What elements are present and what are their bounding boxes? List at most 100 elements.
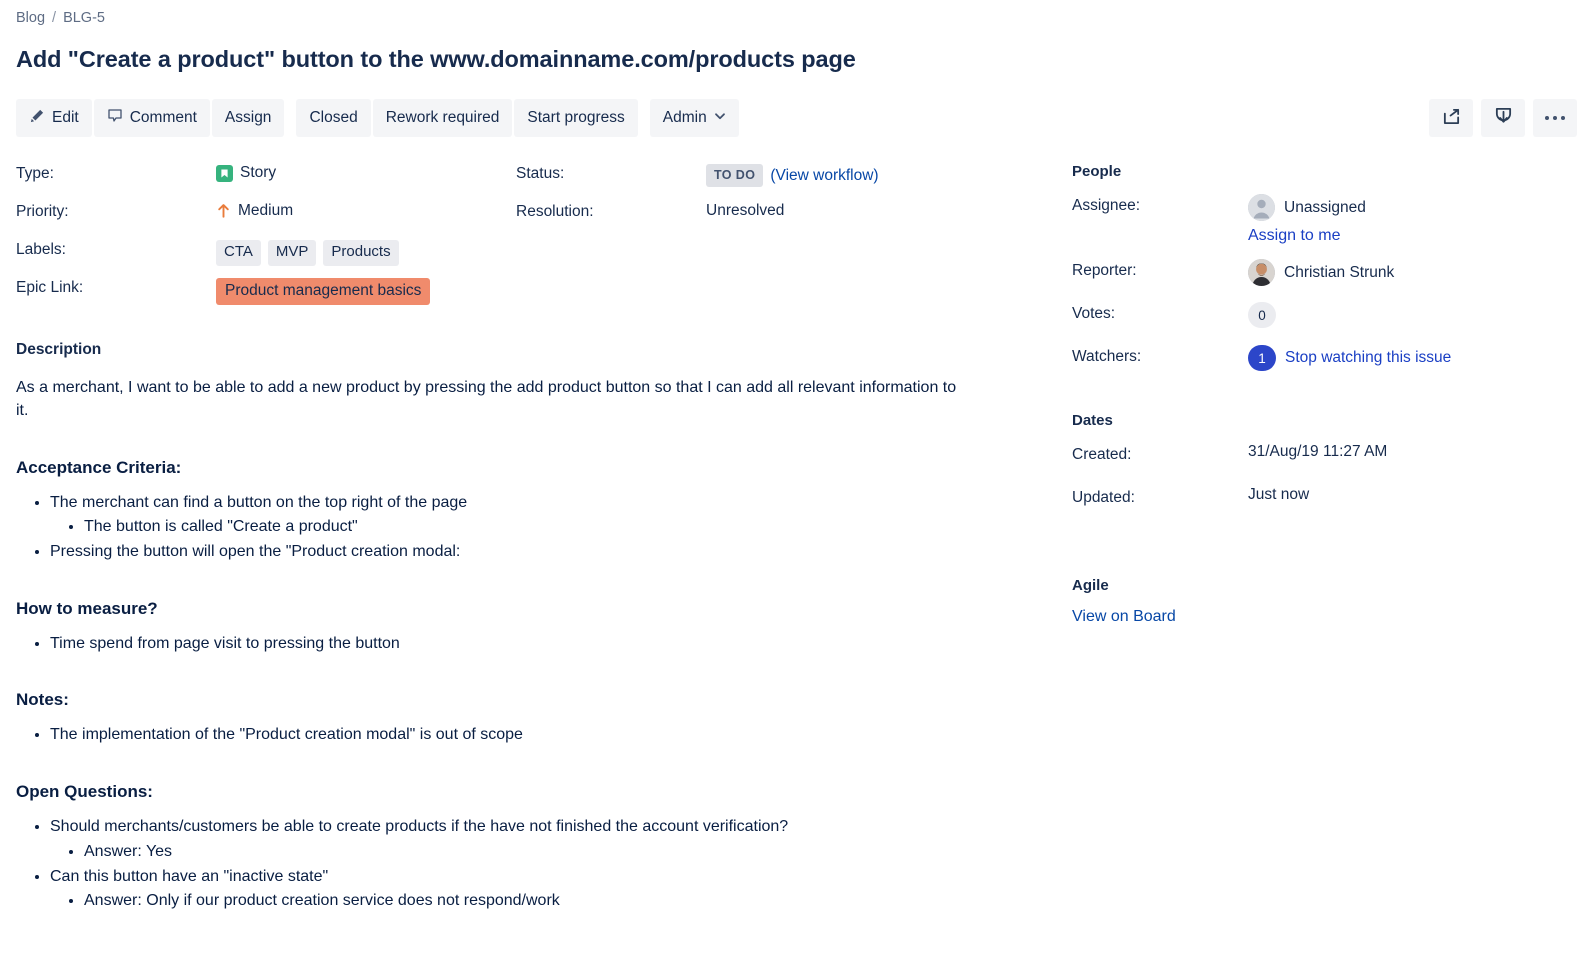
- field-status-label: Status:: [516, 165, 565, 183]
- export-icon: [1494, 107, 1513, 129]
- field-priority-value: Medium: [216, 201, 293, 220]
- list-item-text: Should merchants/customers be able to cr…: [50, 818, 789, 836]
- field-labels-label: Labels:: [16, 241, 66, 259]
- votes-badge[interactable]: 0: [1248, 302, 1276, 329]
- export-button[interactable]: [1481, 99, 1525, 138]
- votes-label: Votes:: [1072, 305, 1116, 323]
- share-button[interactable]: [1429, 99, 1473, 138]
- start-progress-button[interactable]: Start progress: [514, 99, 638, 138]
- field-epic-link-label: Epic Link:: [16, 279, 84, 297]
- pencil-icon: [29, 108, 45, 129]
- closed-button[interactable]: Closed: [296, 99, 371, 138]
- description-sublist: The button is called "Create a product": [50, 516, 1056, 539]
- issue-details-right: Status: TO DO (View workflow) Resolution…: [516, 163, 1036, 315]
- assignee-name: Unassigned: [1284, 198, 1366, 216]
- field-type: Type: Story: [16, 163, 516, 201]
- breadcrumb: Blog / BLG-5: [16, 0, 1577, 26]
- field-labels: Labels: CTA MVP Products: [16, 239, 516, 277]
- description-subsections: Acceptance Criteria: The merchant can fin…: [16, 458, 1056, 913]
- primary-action-group: Edit Comment Assign: [16, 99, 285, 138]
- label-chip[interactable]: CTA: [216, 240, 261, 266]
- description-list: The merchant can find a button on the to…: [16, 492, 1056, 564]
- workflow-action-group: Closed Rework required Start progress: [296, 99, 638, 138]
- created-label: Created:: [1072, 446, 1132, 464]
- description-sublist: Answer: Only if our product creation ser…: [50, 890, 1056, 913]
- assignee-label: Assignee:: [1072, 197, 1141, 215]
- issue-page: Blog / BLG-5 Add "Create a product" butt…: [0, 0, 1593, 915]
- issue-sidebar: People Assignee: Unassigned Assign to me: [1056, 163, 1576, 915]
- breadcrumb-project-link[interactable]: Blog: [16, 10, 45, 26]
- list-item: Can this button have an "inactive state"…: [50, 866, 1056, 913]
- description-heading: Description: [16, 341, 102, 359]
- page-title: Add "Create a product" button to the www…: [16, 46, 856, 72]
- description-subheading: Open Questions:: [16, 782, 153, 802]
- sidebar-reporter: Reporter: Christian Strunk: [1072, 259, 1576, 302]
- rework-required-button[interactable]: Rework required: [372, 99, 513, 138]
- list-item-text: Can this button have an "inactive state": [50, 867, 329, 885]
- field-status-value: TO DO (View workflow): [706, 163, 879, 188]
- admin-dropdown-label: Admin: [662, 109, 707, 127]
- field-resolution-value: Unresolved: [706, 202, 785, 220]
- assign-to-me-row: Assign to me: [1072, 227, 1576, 245]
- list-item: Answer: Only if our product creation ser…: [84, 890, 1056, 913]
- agile-heading: Agile: [1072, 577, 1109, 595]
- status-badge[interactable]: TO DO: [706, 164, 764, 188]
- reporter-value: Christian Strunk: [1248, 259, 1395, 287]
- story-type-icon: [216, 164, 233, 182]
- field-status: Status: TO DO (View workflow): [516, 163, 1036, 201]
- list-item-text: Pressing the button will open the "Produ…: [50, 543, 461, 560]
- watchers-value: 1 Stop watching this issue: [1248, 345, 1451, 372]
- field-priority: Priority: Medium: [16, 201, 516, 239]
- reporter-name: Christian Strunk: [1284, 263, 1395, 281]
- label-chip[interactable]: Products: [323, 240, 399, 266]
- chevron-down-icon: [714, 109, 726, 127]
- watchers-badge[interactable]: 1: [1248, 345, 1276, 372]
- avatar-reporter: [1248, 259, 1275, 287]
- admin-dropdown-button[interactable]: Admin: [649, 99, 739, 138]
- description-paragraph: As a merchant, I want to be able to add …: [16, 379, 957, 420]
- watchers-label: Watchers:: [1072, 348, 1142, 366]
- avatar-unassigned: [1248, 194, 1275, 222]
- agile-section: Agile View on Board: [1072, 577, 1576, 626]
- assign-to-me-link[interactable]: Assign to me: [1248, 227, 1340, 244]
- assign-button[interactable]: Assign: [211, 99, 285, 138]
- stop-watching-link[interactable]: Stop watching this issue: [1285, 349, 1451, 367]
- label-chip[interactable]: MVP: [267, 240, 317, 266]
- view-workflow-link[interactable]: (View workflow): [770, 167, 878, 185]
- breadcrumb-issue-link[interactable]: BLG-5: [63, 10, 105, 26]
- priority-medium-arrow-icon: [216, 203, 231, 220]
- breadcrumb-separator: /: [52, 9, 57, 26]
- epic-link-badge[interactable]: Product management basics: [216, 278, 431, 306]
- list-item: Time spend from page visit to pressing t…: [50, 633, 1056, 656]
- field-epic-link: Epic Link: Product management basics: [16, 277, 516, 315]
- list-item: Pressing the button will open the "Produ…: [50, 541, 1056, 564]
- sidebar-updated: Updated: Just now: [1072, 486, 1576, 529]
- list-item: Answer: Yes: [84, 841, 1056, 864]
- list-item-text: The merchant can find a button on the to…: [50, 493, 468, 511]
- issue-main-column: Type: Story Priority: Medium Labels: CTA…: [16, 163, 1056, 915]
- more-options-button[interactable]: [1533, 99, 1577, 138]
- list-item: The button is called "Create a product": [84, 516, 1056, 539]
- view-on-board-link[interactable]: View on Board: [1072, 608, 1176, 625]
- issue-toolbar: Edit Comment Assign Closed Rework requir…: [16, 99, 1577, 138]
- issue-content: Type: Story Priority: Medium Labels: CTA…: [16, 163, 1577, 915]
- field-type-value: Story: [216, 163, 276, 182]
- comment-icon: [107, 108, 123, 129]
- list-item: The merchant can find a button on the to…: [50, 492, 1056, 539]
- edit-button[interactable]: Edit: [16, 99, 92, 138]
- field-labels-value: CTA MVP Products: [216, 239, 399, 266]
- updated-value: Just now: [1248, 486, 1310, 504]
- edit-button-label: Edit: [52, 109, 79, 127]
- votes-value: 0: [1248, 302, 1276, 329]
- share-icon: [1442, 107, 1461, 129]
- description-list: Should merchants/customers be able to cr…: [16, 816, 1056, 913]
- field-priority-text: Medium: [238, 202, 294, 220]
- list-item: Should merchants/customers be able to cr…: [50, 816, 1056, 863]
- sidebar-votes: Votes: 0: [1072, 302, 1576, 345]
- dates-heading: Dates: [1072, 412, 1113, 430]
- reporter-label: Reporter:: [1072, 262, 1137, 280]
- more-options-icon: [1544, 115, 1566, 121]
- description-sublist: Answer: Yes: [50, 841, 1056, 864]
- people-heading: People: [1072, 163, 1122, 181]
- comment-button[interactable]: Comment: [93, 99, 210, 138]
